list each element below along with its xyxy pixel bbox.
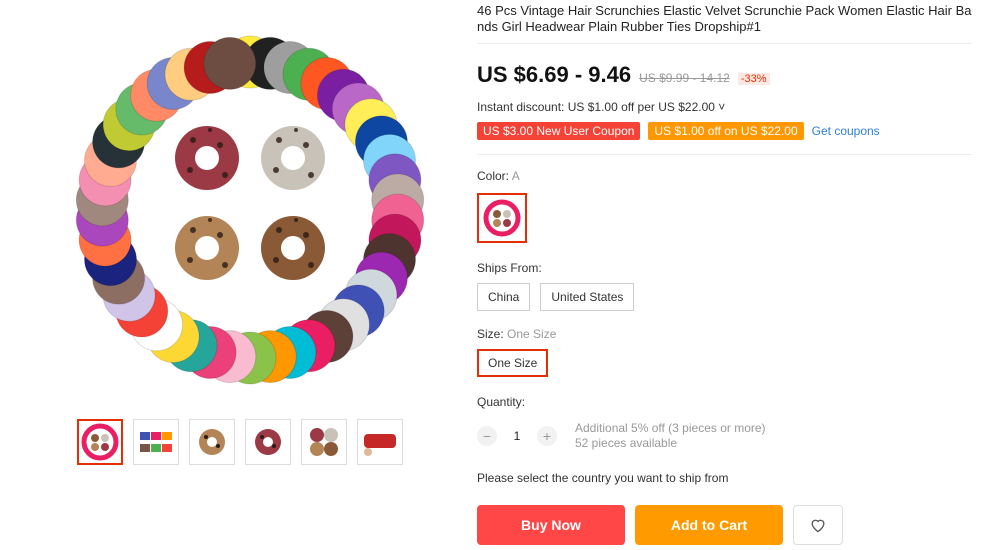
thumbnail-2[interactable]	[133, 419, 179, 465]
thumbnail-6[interactable]	[357, 419, 403, 465]
thumbnail-5[interactable]	[301, 419, 347, 465]
quantity-section: Quantity: − 1 + Additional 5% off (3 pie…	[477, 393, 977, 451]
store-coupon[interactable]: US $1.00 off on US $22.00	[648, 122, 804, 140]
thumbnail-3[interactable]	[189, 419, 235, 465]
thumbnail-strip	[77, 419, 403, 465]
instant-discount[interactable]: Instant discount: US $1.00 off per US $2…	[477, 100, 977, 114]
new-user-coupon[interactable]: US $3.00 New User Coupon	[477, 122, 641, 140]
quantity-minus-button[interactable]: −	[477, 426, 497, 446]
price-row: US $6.69 - 9.46 US $9.99 - 14.12 -33%	[477, 62, 977, 88]
color-label: Color: A	[477, 169, 520, 183]
coupon-row: US $3.00 New User Coupon US $1.00 off on…	[477, 122, 977, 140]
color-option-a[interactable]	[477, 193, 527, 243]
product-info: 46 Pcs Vintage Hair Scrunchies Elastic V…	[477, 0, 977, 545]
wishlist-button[interactable]	[793, 505, 843, 545]
price: US $6.69 - 9.46	[477, 62, 632, 87]
get-coupons-link[interactable]: Get coupons	[812, 124, 880, 138]
size-label: Size: One Size	[477, 327, 557, 341]
thumbnail-4[interactable]	[245, 419, 291, 465]
buy-now-button[interactable]: Buy Now	[477, 505, 625, 545]
thumbnail-1[interactable]	[77, 419, 123, 465]
heart-icon	[811, 519, 825, 533]
ships-from-china[interactable]: China	[477, 283, 531, 311]
ships-from-united-states[interactable]: United States	[540, 283, 635, 311]
size-option-one-size[interactable]: One Size	[477, 349, 549, 377]
color-section: Color: A	[477, 167, 977, 243]
original-price: US $9.99 - 14.12	[639, 71, 730, 85]
stock-note: 52 pieces available	[575, 436, 678, 450]
size-section: Size: One Size One Size	[477, 325, 977, 377]
ships-from-section: Ships From: China United States	[477, 259, 977, 311]
add-to-cart-button[interactable]: Add to Cart	[635, 505, 783, 545]
quantity-plus-button[interactable]: +	[537, 426, 557, 446]
ship-country-note: Please select the country you want to sh…	[477, 471, 729, 485]
quantity-label: Quantity:	[477, 395, 526, 409]
bulk-discount-note: Additional 5% off (3 pieces or more)	[575, 421, 766, 435]
action-buttons: Buy Now Add to Cart	[477, 505, 977, 545]
scrunchie	[203, 36, 257, 90]
divider	[477, 43, 972, 44]
product-title: 46 Pcs Vintage Hair Scrunchies Elastic V…	[477, 3, 972, 34]
divider	[477, 154, 972, 155]
leopard-scrunchies	[175, 126, 325, 280]
color-swatch-image	[483, 199, 521, 237]
ships-from-label: Ships From:	[477, 261, 542, 275]
discount-badge: -33%	[737, 73, 770, 85]
scrunchie-ring-image	[75, 35, 425, 385]
main-product-image[interactable]	[65, 30, 435, 400]
quantity-note: Additional 5% off (3 pieces or more) 52 …	[575, 421, 766, 451]
quantity-value[interactable]: 1	[507, 429, 527, 443]
